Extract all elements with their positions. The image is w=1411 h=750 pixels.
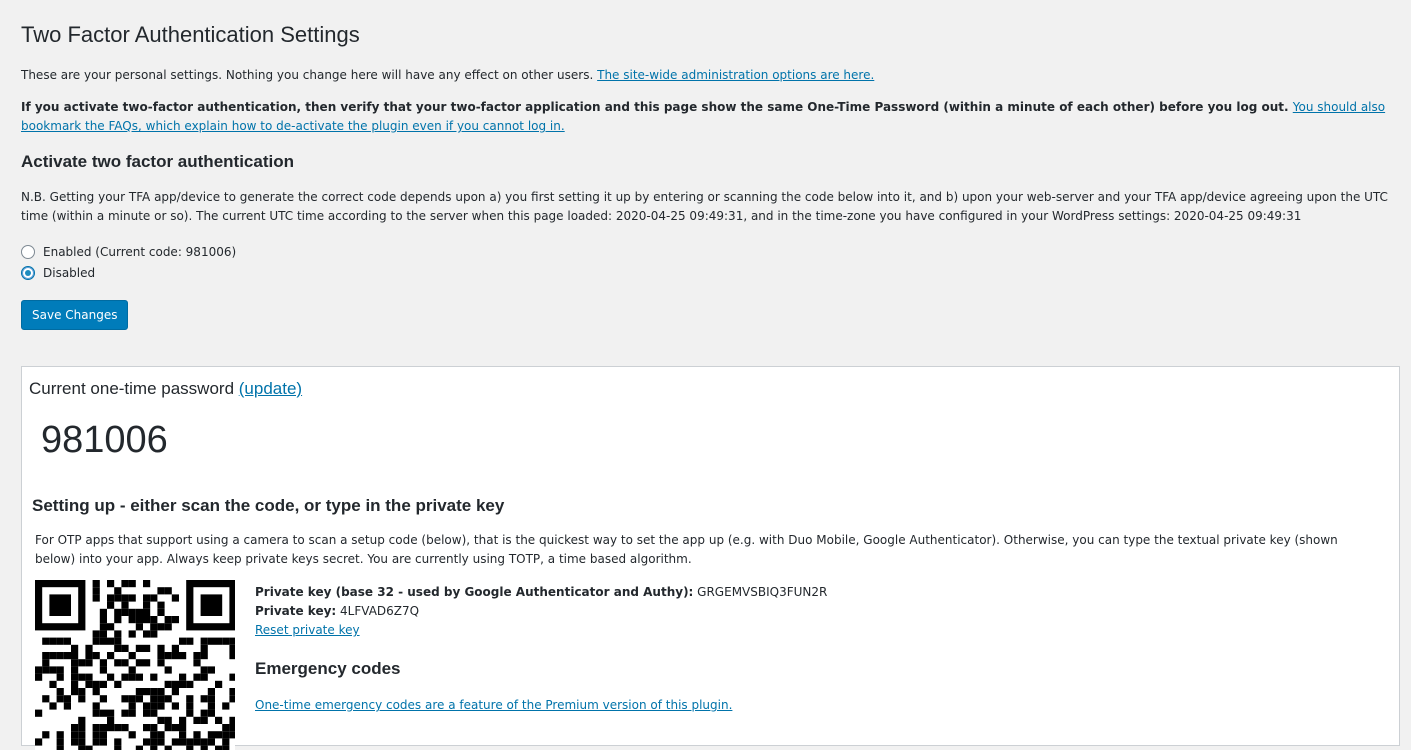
tfa-radio-group: Enabled (Current code: 981006) Disabled xyxy=(21,241,1402,283)
page-title: Two Factor Authentication Settings xyxy=(21,22,360,47)
radio-disabled-input[interactable] xyxy=(21,265,35,280)
setup-description: For OTP apps that support using a camera… xyxy=(35,533,1338,566)
site-wide-options-link[interactable]: The site-wide administration options are… xyxy=(597,68,874,82)
key-label: Private key: xyxy=(255,604,337,618)
premium-emergency-link[interactable]: One-time emergency codes are a feature o… xyxy=(255,698,732,712)
otp-code: 981006 xyxy=(41,419,168,461)
radio-disabled-label[interactable]: Disabled xyxy=(43,266,95,280)
save-changes-button[interactable]: Save Changes xyxy=(21,300,129,330)
qr-code-icon xyxy=(35,580,235,750)
key32-label: Private key (base 32 - used by Google Au… xyxy=(255,585,694,599)
radio-enabled[interactable]: Enabled (Current code: 981006) xyxy=(21,241,1402,262)
radio-enabled-input[interactable] xyxy=(21,244,35,259)
reset-private-key-link[interactable]: Reset private key xyxy=(255,623,360,637)
emergency-heading: Emergency codes xyxy=(255,659,401,678)
setup-heading: Setting up - either scan the code, or ty… xyxy=(32,496,505,515)
update-otp-link[interactable]: (update) xyxy=(239,379,302,398)
time-note: N.B. Getting your TFA app/device to gene… xyxy=(21,190,1388,223)
key32-row: Private key (base 32 - used by Google Au… xyxy=(255,583,827,602)
otp-title: Current one-time password (update) xyxy=(29,379,302,399)
key-row: Private key: 4LFVAD6Z7Q xyxy=(255,602,827,621)
private-keys: Private key (base 32 - used by Google Au… xyxy=(255,583,827,640)
otp-panel: Current one-time password (update) 98100… xyxy=(21,366,1400,750)
activate-heading: Activate two factor authentication xyxy=(21,152,294,171)
key-value: 4LFVAD6Z7Q xyxy=(336,604,420,618)
warning-paragraph: If you activate two-factor authenticatio… xyxy=(21,98,1402,136)
otp-title-text: Current one-time password xyxy=(29,379,239,398)
radio-enabled-label[interactable]: Enabled (Current code: 981006) xyxy=(43,245,236,259)
radio-disabled[interactable]: Disabled xyxy=(21,262,1402,283)
warning-text: If you activate two-factor authenticatio… xyxy=(21,100,1293,114)
key32-value: GRGEMVSBIQ3FUN2R xyxy=(693,585,828,599)
settings-page: Two Factor Authentication Settings These… xyxy=(0,0,1402,330)
intro-paragraph: These are your personal settings. Nothin… xyxy=(21,66,1402,85)
intro-text: These are your personal settings. Nothin… xyxy=(21,68,598,82)
